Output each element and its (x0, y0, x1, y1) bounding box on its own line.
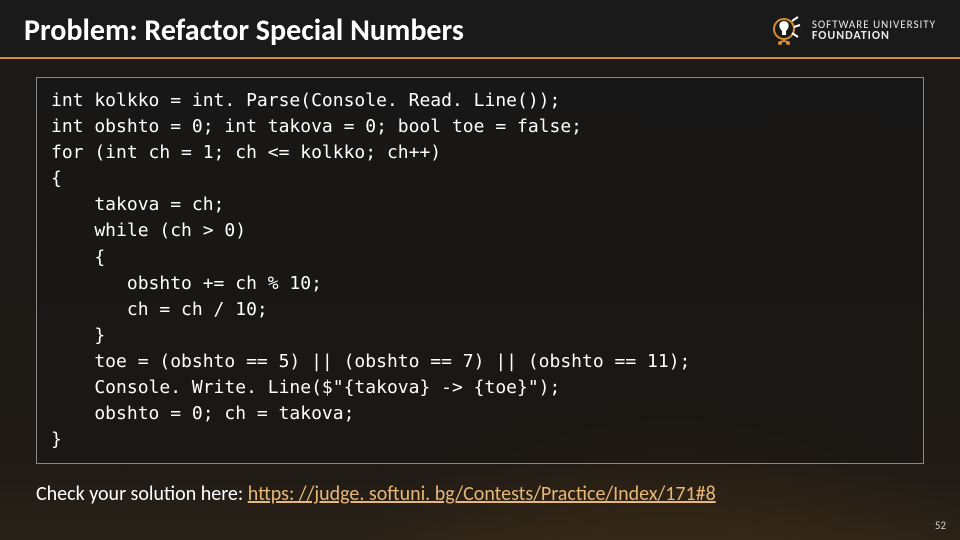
brand-line2: FOUNDATION (812, 30, 936, 42)
slide-header: Problem: Refactor Special Numbers SOFTWA… (0, 0, 960, 59)
brand-logo-text: SOFTWARE UNIVERSITY FOUNDATION (812, 19, 936, 42)
code-block: int kolkko = int. Parse(Console. Read. L… (36, 77, 924, 464)
code-content: int kolkko = int. Parse(Console. Read. L… (51, 88, 909, 453)
footer-prefix: Check your solution here: (36, 482, 248, 506)
slide-title: Problem: Refactor Special Numbers (24, 12, 768, 49)
brand-logo: SOFTWARE UNIVERSITY FOUNDATION (768, 13, 936, 49)
lightbulb-logo-icon (768, 13, 804, 49)
footer-text: Check your solution here: https: //judge… (36, 482, 924, 506)
solution-link[interactable]: https: //judge. softuni. bg/Contests/Pra… (248, 482, 716, 506)
page-number: 52 (935, 519, 946, 532)
